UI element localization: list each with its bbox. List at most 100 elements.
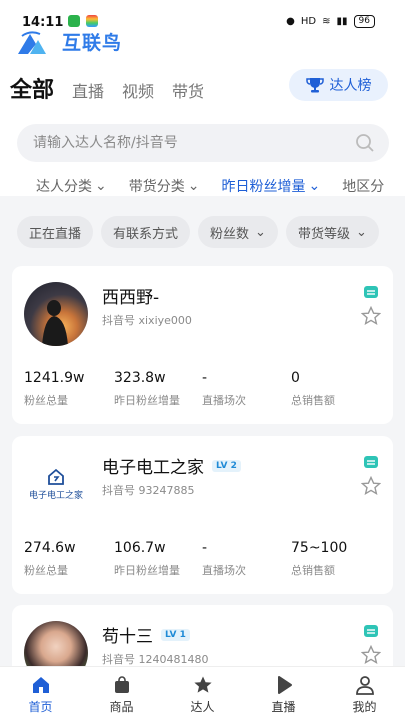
chevron-down-icon: ⌄ — [355, 224, 367, 240]
nav-talent[interactable]: 达人 — [162, 667, 243, 720]
user-icon — [355, 676, 374, 695]
avatar-brand-text: 电子电工之家 — [28, 490, 83, 501]
signal-icon: ▮▮ — [336, 16, 348, 27]
chip-label: 带货等级 — [297, 226, 350, 242]
talent-card[interactable]: 苟十三 LV 1 抖音号 1240481480 — [12, 605, 393, 685]
chip-sales-level[interactable]: 带货等级 ⌄ — [285, 216, 379, 248]
avatar: 电子电工之家 — [24, 452, 88, 516]
search-bar — [17, 124, 389, 162]
house-icon — [48, 468, 64, 485]
filter-sales-category[interactable]: 带货分类 ⌄ — [129, 176, 200, 196]
talent-rank-label: 达人榜 — [329, 78, 372, 94]
chevron-down-icon: ⌄ — [255, 224, 266, 240]
filter-label: 带货分类 — [128, 179, 185, 195]
nav-home[interactable]: 首页 — [0, 667, 81, 720]
chip-label: 粉丝数 — [210, 226, 250, 242]
level-badge: LV 1 — [161, 628, 190, 641]
location-icon: ● — [286, 16, 295, 27]
message-icon[interactable] — [363, 284, 379, 300]
tab-video[interactable]: 视频 — [122, 78, 154, 102]
stat-label: 直播场次 — [202, 394, 246, 407]
stat-label: 粉丝总量 — [24, 394, 68, 407]
douyin-id: 抖音号 xixiye000 — [102, 314, 192, 327]
status-bar: 14:11 ● HD ≋ ▮▮ 96 — [0, 0, 405, 30]
search-icon[interactable] — [355, 133, 375, 153]
wechat-icon — [68, 15, 80, 27]
favorite-star-icon[interactable] — [361, 306, 381, 326]
header: 互联鸟 全部 直播 视频 带货 达人榜 达人分类⌄ 带货分类⌄ 昨日粉丝增量⌄ … — [0, 28, 405, 196]
nav-products[interactable]: 商品 — [81, 667, 162, 720]
talent-name-text: 西西野- — [102, 288, 160, 308]
level-badge: LV 2 — [212, 459, 241, 472]
stat-label: 总销售额 — [291, 564, 335, 577]
stat-value: 0 — [291, 370, 300, 386]
nav-live[interactable]: 直播 — [243, 667, 324, 720]
stat-value: 106.7w — [114, 540, 166, 556]
favorite-star-icon[interactable] — [361, 645, 381, 665]
talent-name: 电子电工之家 LV 2 — [102, 453, 241, 478]
stat-fans-growth: 106.7w 昨日粉丝增量 — [114, 540, 180, 578]
stat-value: - — [202, 540, 208, 556]
nav-label: 达人 — [190, 700, 215, 714]
app-logo: 互联鸟 — [16, 28, 122, 55]
nav-label: 我的 — [352, 700, 377, 714]
trophy-icon — [305, 78, 324, 93]
douyin-id: 抖音号 93247885 — [102, 484, 195, 497]
talent-name-text: 电子电工之家 — [102, 458, 204, 478]
message-icon[interactable] — [363, 623, 379, 639]
search-input[interactable] — [33, 124, 343, 162]
stat-label: 昨日粉丝增量 — [114, 394, 180, 407]
filter-label: 昨日粉丝增量 — [221, 179, 306, 195]
logo-text: 互联鸟 — [62, 32, 123, 54]
app-notification-icon — [86, 15, 98, 27]
chip-live-now[interactable]: 正在直播 — [17, 216, 94, 248]
chip-fans-count[interactable]: 粉丝数 ⌄ — [198, 216, 278, 248]
favorite-star-icon[interactable] — [361, 476, 381, 496]
chip-has-contact[interactable]: 有联系方式 — [101, 216, 191, 248]
stat-label: 总销售额 — [291, 394, 335, 407]
quick-filter-chips: 正在直播 有联系方式 粉丝数 ⌄ 带货等级 ⌄ — [17, 216, 379, 248]
nav-label: 商品 — [109, 700, 134, 714]
bottom-nav: 首页 商品 达人 直播 我的 — [0, 666, 405, 720]
talent-rank-button[interactable]: 达人榜 — [289, 69, 388, 101]
filter-bar: 达人分类 ⌄ 带货分类 ⌄ 昨日粉丝增量 ⌄ 地区分 — [36, 176, 384, 196]
filter-yesterday-fans-growth[interactable]: 昨日粉丝增量 ⌄ — [221, 176, 320, 196]
stat-fans-growth: 323.8w 昨日粉丝增量 — [114, 370, 180, 408]
talent-card[interactable]: 电子电工之家 电子电工之家 LV 2 抖音号 93247885 274.6w 粉丝总… — [12, 436, 393, 594]
filter-label: 达人分类 — [36, 179, 92, 195]
filter-label: 地区分 — [342, 179, 385, 195]
content-tabs: 全部 直播 视频 带货 — [10, 72, 222, 104]
status-icons: ● HD ≋ ▮▮ 96 — [286, 15, 375, 28]
filter-region[interactable]: 地区分 — [342, 176, 384, 196]
stat-value: 1241.9w — [24, 370, 85, 386]
stat-value: 274.6w — [24, 540, 76, 556]
stat-label: 粉丝总量 — [24, 564, 68, 577]
tab-sales[interactable]: 带货 — [172, 78, 204, 102]
chip-label: 有联系方式 — [113, 226, 179, 242]
stat-value: 323.8w — [114, 370, 166, 386]
stat-total-sales: 0 总销售额 — [291, 370, 335, 408]
tab-all[interactable]: 全部 — [10, 72, 54, 104]
chevron-down-icon: ⌄ — [95, 178, 107, 194]
talent-name: 西西野- — [102, 283, 159, 308]
talent-card[interactable]: 西西野- 抖音号 xixiye000 1241.9w 粉丝总量 323.8w 昨日粉… — [12, 266, 393, 424]
avatar-silhouette — [42, 300, 68, 346]
talent-name: 苟十三 LV 1 — [102, 622, 190, 647]
nav-label: 直播 — [271, 700, 296, 714]
bag-icon — [114, 676, 129, 693]
nav-label: 首页 — [28, 700, 53, 714]
stat-value: 75~100 — [291, 540, 348, 556]
play-icon — [277, 676, 292, 694]
stat-fans-total: 1241.9w 粉丝总量 — [24, 370, 84, 408]
stat-live-sessions: - 直播场次 — [202, 370, 246, 408]
stat-fans-total: 274.6w 粉丝总量 — [24, 540, 76, 578]
stat-value: - — [202, 370, 208, 386]
message-icon[interactable] — [363, 454, 379, 470]
tab-live[interactable]: 直播 — [72, 78, 104, 102]
nav-profile[interactable]: 我的 — [324, 667, 405, 720]
filter-talent-category[interactable]: 达人分类 ⌄ — [36, 176, 107, 196]
stat-total-sales: 75~100 总销售额 — [291, 540, 347, 578]
wifi-icon: ≋ — [322, 16, 331, 27]
star-icon — [193, 676, 212, 693]
battery-icon: 96 — [353, 15, 375, 28]
